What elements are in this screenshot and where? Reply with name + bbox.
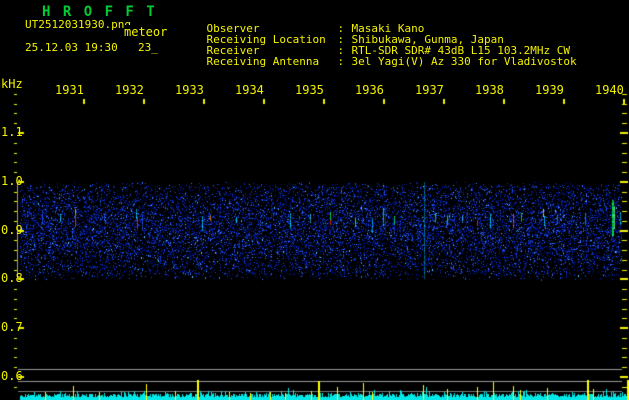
x-axis-label-4: 1935 xyxy=(295,83,324,97)
x-axis-label-9: 1940 xyxy=(595,83,624,97)
x-axis-label-6: 1937 xyxy=(415,83,444,97)
hrofft-screen: H R O F F T UT2512031930.png meteor 25.1… xyxy=(0,0,629,400)
y-axis-label-0: 1.1 xyxy=(1,125,23,139)
y-axis-label-2: 0.9 xyxy=(1,223,23,237)
y-axis-label-4: 0.7 xyxy=(1,320,23,334)
x-axis-label-2: 1933 xyxy=(175,83,204,97)
x-axis-label-8: 1939 xyxy=(535,83,564,97)
x-axis-label-1: 1932 xyxy=(115,83,144,97)
y-axis-label-5: 0.6 xyxy=(1,369,23,383)
axis-labels-layer: 1.1 1.0 0.9 0.8 0.7 0.6 1931 1932 1933 1934 1935 19… xyxy=(0,0,629,400)
y-axis-label-1: 1.0 xyxy=(1,174,23,188)
x-axis-label-7: 1938 xyxy=(475,83,504,97)
x-axis-label-3: 1934 xyxy=(235,83,264,97)
x-axis-label-0: 1931 xyxy=(55,83,84,97)
y-axis-label-3: 0.8 xyxy=(1,271,23,285)
x-axis-label-5: 1936 xyxy=(355,83,384,97)
